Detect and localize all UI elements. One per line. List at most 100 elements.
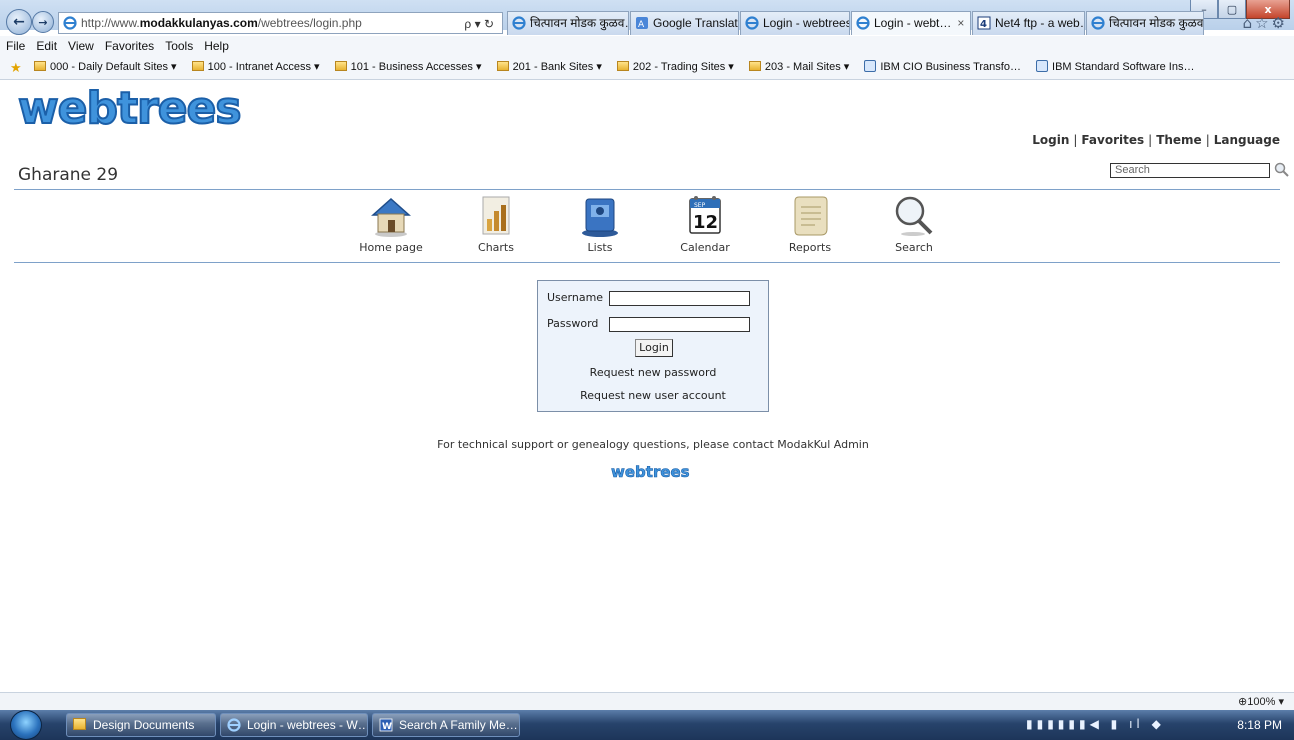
tray-icons[interactable]: ▮▮▮▮▮▮◀ ▮ ıl ◆ (1026, 717, 1165, 731)
nav-calendar[interactable]: SEP 12 Calendar (665, 193, 745, 254)
favorite-label: IBM CIO Business Transfo… (880, 61, 1021, 73)
nav-search[interactable]: Search (874, 193, 954, 254)
back-button[interactable]: ← (6, 9, 32, 35)
nav-charts[interactable]: Charts (456, 193, 536, 254)
svg-text:W: W (382, 722, 392, 732)
theme-link[interactable]: Theme (1156, 133, 1202, 147)
taskbar-item-word-document[interactable]: W Search A Family Me… (372, 713, 520, 737)
nav-lists[interactable]: Lists (560, 193, 640, 254)
tab-login-webtrees[interactable]: Login - webtrees (740, 11, 850, 35)
page-icon (1036, 60, 1049, 72)
folder-icon (191, 61, 204, 71)
svg-text:SEP: SEP (694, 202, 706, 209)
word-icon: W (379, 718, 393, 732)
net4-icon: 4 (977, 16, 991, 30)
header-search-input[interactable]: Search (1110, 163, 1270, 178)
folder-icon (748, 61, 761, 71)
folder-icon (496, 61, 509, 71)
ie-icon (1091, 16, 1105, 30)
zoom-control[interactable]: ⊕100% ▾ (1238, 695, 1284, 708)
language-link[interactable]: Language (1214, 133, 1280, 147)
menu-tools[interactable]: Tools (159, 36, 198, 53)
nav-divider (14, 262, 1280, 263)
zoom-level: 100% (1247, 696, 1276, 708)
password-input[interactable] (609, 317, 750, 332)
folder-icon (73, 718, 86, 730)
search-icon[interactable] (1274, 162, 1290, 178)
favorite-link[interactable]: IBM Standard Software Ins… (1036, 60, 1194, 73)
taskbar-item-login-webtrees[interactable]: Login - webtrees - W… (220, 713, 368, 737)
tab-google-translate[interactable]: A Google Translate (630, 11, 739, 35)
taskbar-item-design-documents[interactable]: Design Documents (66, 713, 216, 737)
menu-favorites[interactable]: Favorites (99, 36, 159, 53)
tab-chitpavan-1[interactable]: चित्पावन मोडक कुळव… (507, 11, 629, 35)
svg-text:webtrees: webtrees (18, 83, 241, 133)
request-password-link[interactable]: Request new password (538, 366, 768, 379)
favorite-label: 000 - Daily Default Sites ▾ (50, 61, 177, 73)
ie-icon (512, 16, 526, 30)
login-link[interactable]: Login (1032, 133, 1069, 147)
favorite-label: 100 - Intranet Access ▾ (207, 61, 320, 73)
request-account-link[interactable]: Request new user account (538, 389, 768, 402)
folder-icon (34, 61, 46, 71)
favorite-folder[interactable]: 202 - Trading Sites ▾ (616, 60, 734, 73)
address-domain: modakkulanyas.com (139, 16, 258, 30)
ie-icon (227, 718, 241, 732)
menu-view[interactable]: View (62, 36, 99, 53)
page-content: webtrees Gharane 29 Login | Favorites | Them… (0, 81, 1294, 693)
favorite-folder[interactable]: 203 - Mail Sites ▾ (748, 60, 849, 73)
nav-home-page[interactable]: Home page (351, 193, 431, 254)
menu-help[interactable]: Help (198, 36, 234, 53)
tab-login-webtrees-active[interactable]: Login - webt… × (851, 11, 971, 35)
nav-label: Home page (359, 241, 423, 254)
svg-text:webtrees: webtrees (611, 463, 690, 481)
browser-toolbar-icons[interactable]: ⌂☆⚙ (1243, 14, 1288, 32)
username-input[interactable] (609, 291, 750, 306)
chevron-down-icon: ▾ (1278, 696, 1284, 708)
ie-icon (63, 16, 77, 30)
address-tools[interactable]: ρ ▾ ↻ (464, 14, 494, 33)
username-label: Username (547, 291, 604, 304)
separator: | (1073, 133, 1078, 147)
tab-chitpavan-2[interactable]: चित्पावन मोडक कुळव… (1086, 11, 1204, 35)
favorite-label: IBM Standard Software Ins… (1052, 61, 1195, 73)
favorite-label: 202 - Trading Sites ▾ (632, 61, 734, 73)
favorite-folder[interactable]: 101 - Business Accesses ▾ (334, 60, 482, 73)
ie-icon (856, 16, 870, 30)
start-button[interactable] (10, 710, 42, 740)
zoom-icon: ⊕ (1238, 696, 1248, 708)
charts-icon (482, 196, 510, 235)
windows-taskbar: Design Documents Login - webtrees - W… W… (0, 710, 1294, 740)
favorites-link[interactable]: Favorites (1081, 133, 1144, 147)
forward-button[interactable]: → (32, 11, 54, 33)
tab-net4-ftp[interactable]: 4 Net4 ftp - a web… (972, 11, 1085, 35)
favorite-folder[interactable]: 000 - Daily Default Sites ▾ (34, 60, 177, 73)
favorite-folder[interactable]: 100 - Intranet Access ▾ (191, 60, 320, 73)
address-bar[interactable]: http://www.modakkulanyas.com/webtrees/lo… (58, 12, 503, 34)
support-text: For technical support or genealogy quest… (437, 438, 869, 451)
menu-file[interactable]: File (0, 36, 30, 53)
tab-close-icon[interactable]: × (957, 16, 964, 30)
login-button[interactable]: Login (635, 339, 673, 357)
tab-label: चित्पावन मोडक कुळव… (530, 16, 629, 30)
reports-icon (794, 196, 828, 236)
webtrees-footer-logo[interactable]: webtrees (607, 461, 699, 483)
folder-icon (616, 61, 629, 71)
system-tray: ▮▮▮▮▮▮◀ ▮ ıl ◆ 8:18 PM (994, 710, 1294, 740)
address-row: ← → http://www.modakkulanyas.com/webtree… (0, 8, 1294, 36)
webtrees-logo[interactable]: webtrees (14, 83, 254, 133)
nav-label: Lists (587, 241, 613, 254)
ie-icon (745, 16, 759, 30)
home-icon (371, 197, 411, 237)
back-arrow-icon: ← (13, 14, 25, 30)
nav-reports[interactable]: Reports (770, 193, 850, 254)
svg-text:A: A (638, 20, 645, 30)
favorite-folder[interactable]: 201 - Bank Sites ▾ (496, 60, 602, 73)
task-label: Login - webtrees - W… (247, 718, 368, 732)
favorites-star-icon[interactable]: ★ (10, 60, 22, 76)
address-prefix: http://www. (81, 16, 140, 30)
favorite-link[interactable]: IBM CIO Business Transfo… (864, 60, 1021, 73)
menu-edit[interactable]: Edit (30, 36, 62, 53)
favorite-label: 101 - Business Accesses ▾ (350, 61, 482, 73)
clock[interactable]: 8:18 PM (1237, 718, 1282, 732)
